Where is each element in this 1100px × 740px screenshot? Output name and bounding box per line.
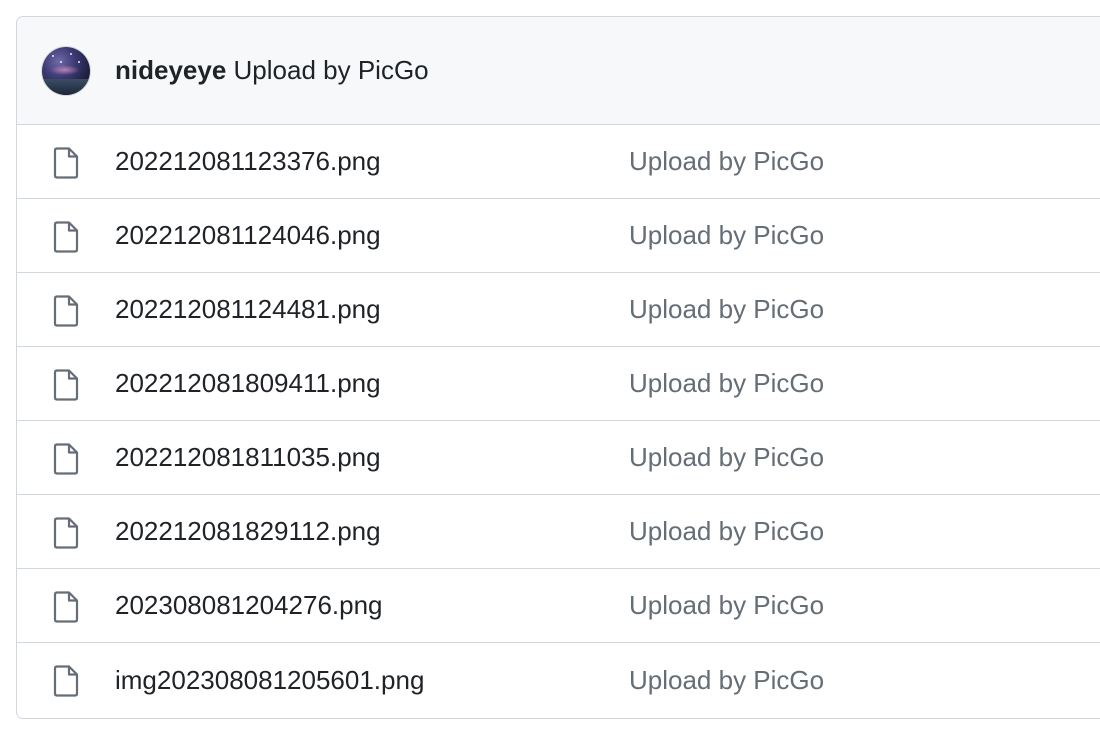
file-row[interactable]: 202212081124046.png Upload by PicGo — [17, 199, 1100, 273]
file-list-box: nideyeye Upload by PicGo 202212081123376… — [16, 16, 1100, 719]
file-name-link[interactable]: img202308081205601.png — [115, 665, 424, 696]
file-commit-message-link[interactable]: Upload by PicGo — [629, 294, 824, 325]
file-icon — [53, 221, 79, 253]
latest-commit-header: nideyeye Upload by PicGo — [17, 17, 1100, 125]
file-commit-message-link[interactable]: Upload by PicGo — [629, 368, 824, 399]
file-name-link[interactable]: 202212081811035.png — [115, 442, 381, 473]
file-commit-message-link[interactable]: Upload by PicGo — [629, 590, 824, 621]
file-row[interactable]: 202212081811035.png Upload by PicGo — [17, 421, 1100, 495]
avatar[interactable] — [42, 46, 90, 95]
file-commit-message-link[interactable]: Upload by PicGo — [629, 146, 824, 177]
file-commit-message-link[interactable]: Upload by PicGo — [629, 220, 824, 251]
file-icon — [53, 369, 79, 401]
file-row[interactable]: 202212081809411.png Upload by PicGo — [17, 347, 1100, 421]
commit-summary: nideyeye Upload by PicGo — [115, 55, 429, 86]
commit-message-link[interactable]: Upload by PicGo — [234, 55, 429, 85]
file-name-link[interactable]: 202212081123376.png — [115, 146, 381, 177]
file-row[interactable]: img202308081205601.png Upload by PicGo — [17, 643, 1100, 717]
file-name-link[interactable]: 202212081124046.png — [115, 220, 381, 251]
file-icon — [53, 665, 79, 697]
commit-author-link[interactable]: nideyeye — [115, 55, 226, 85]
file-name-link[interactable]: 202212081829112.png — [115, 516, 381, 547]
file-row[interactable]: 202212081829112.png Upload by PicGo — [17, 495, 1100, 569]
file-commit-message-link[interactable]: Upload by PicGo — [629, 516, 824, 547]
file-icon — [53, 591, 79, 623]
file-icon — [53, 295, 79, 327]
file-icon — [53, 147, 79, 179]
file-icon — [53, 517, 79, 549]
file-row[interactable]: 202212081124481.png Upload by PicGo — [17, 273, 1100, 347]
file-name-link[interactable]: 202212081809411.png — [115, 368, 381, 399]
file-commit-message-link[interactable]: Upload by PicGo — [629, 665, 824, 696]
file-name-link[interactable]: 202308081204276.png — [115, 590, 383, 621]
file-row[interactable]: 202212081123376.png Upload by PicGo — [17, 125, 1100, 199]
file-commit-message-link[interactable]: Upload by PicGo — [629, 442, 824, 473]
file-row[interactable]: 202308081204276.png Upload by PicGo — [17, 569, 1100, 643]
file-icon — [53, 443, 79, 475]
file-name-link[interactable]: 202212081124481.png — [115, 294, 381, 325]
file-rows: 202212081123376.png Upload by PicGo 202212… — [17, 125, 1100, 717]
